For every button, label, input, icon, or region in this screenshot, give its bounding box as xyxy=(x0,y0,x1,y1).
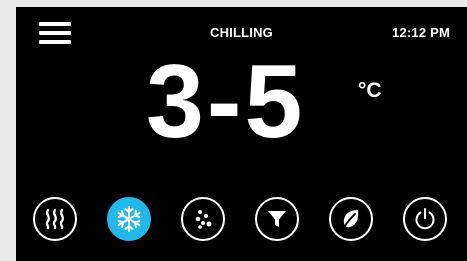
hamburger-icon-bar xyxy=(39,40,71,44)
leaf-icon xyxy=(343,210,359,229)
eco-mode-button[interactable] xyxy=(329,197,373,241)
temperature-value: 3-5 xyxy=(146,44,306,160)
temperature-unit: °C xyxy=(358,79,382,102)
heat-mode-button[interactable] xyxy=(33,197,77,241)
power-icon xyxy=(415,208,435,230)
dots-icon xyxy=(195,210,212,229)
mode-bar xyxy=(33,197,453,243)
dots-mode-button[interactable] xyxy=(181,197,225,241)
filter-icon xyxy=(268,211,286,227)
control-screen: CHILLING 12:12 PM 3-5 °C xyxy=(16,7,467,261)
filter-mode-button[interactable] xyxy=(255,197,299,241)
power-button[interactable] xyxy=(403,197,447,241)
clock-time: 12:12 PM xyxy=(392,25,450,40)
heat-icon xyxy=(45,208,64,230)
temperature-display: 3-5 °C xyxy=(146,50,386,172)
snowflake-icon xyxy=(117,206,141,232)
chill-mode-button[interactable] xyxy=(107,197,151,241)
